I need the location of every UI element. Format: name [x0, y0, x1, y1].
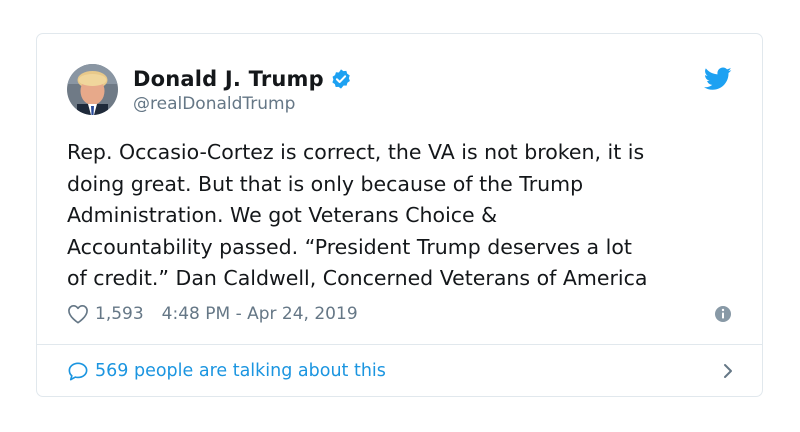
heart-icon[interactable] — [67, 304, 89, 324]
tweet-text-line: Accountability passed. “President Trump … — [67, 234, 632, 259]
chevron-right-icon[interactable] — [721, 361, 735, 381]
author-handle[interactable]: @realDonaldTrump — [133, 94, 352, 114]
tweet-text-line: doing great. But that is only because of… — [67, 171, 584, 196]
tweet-text-line: of credit.” Dan Caldwell, Concerned Vete… — [67, 266, 648, 290]
tweet-text: Rep. Occasio-Cortez is correct, the VA i… — [67, 137, 747, 295]
speech-bubble-icon — [68, 362, 88, 381]
author-block[interactable]: Donald J. Trump @realDonaldTrump — [133, 65, 352, 114]
like-count[interactable]: 1,593 — [95, 304, 144, 324]
avatar-photo-icon — [67, 64, 118, 115]
twitter-bird-icon[interactable] — [704, 67, 732, 91]
tweet-text-line: Administration. We got Veterans Choice & — [67, 203, 498, 227]
tweet-card[interactable]: Donald J. Trump @realDonaldTrump Rep. Oc… — [36, 33, 763, 397]
author-display-name[interactable]: Donald J. Trump — [133, 67, 324, 91]
divider — [37, 344, 762, 345]
conversation-link[interactable]: 569 people are talking about this — [67, 357, 732, 385]
tweet-meta: 1,593 4:48 PM - Apr 24, 2019 — [67, 302, 731, 326]
verified-badge-icon — [332, 69, 350, 89]
avatar[interactable] — [67, 64, 118, 115]
info-icon[interactable] — [714, 305, 732, 323]
tweet-timestamp[interactable]: 4:48 PM - Apr 24, 2019 — [162, 304, 358, 324]
conversation-label[interactable]: 569 people are talking about this — [95, 361, 386, 381]
tweet-text-line: Rep. Occasio-Cortez is correct, the VA i… — [67, 140, 645, 164]
